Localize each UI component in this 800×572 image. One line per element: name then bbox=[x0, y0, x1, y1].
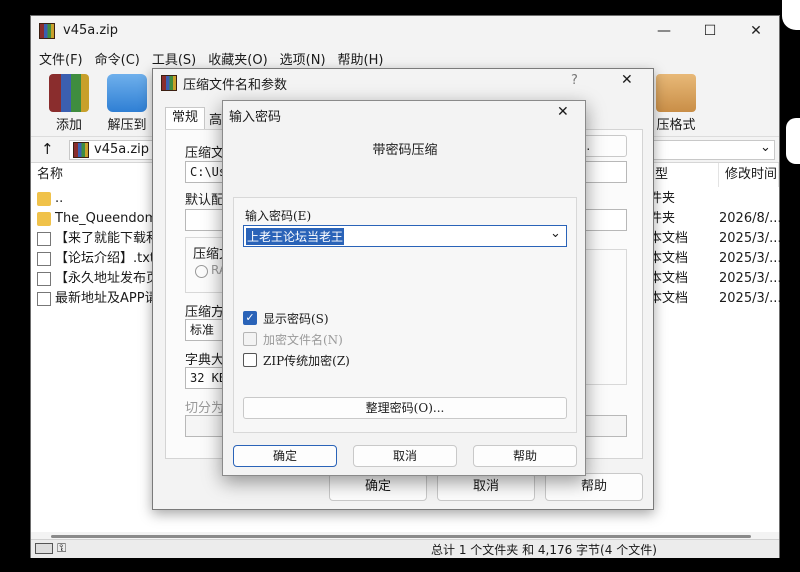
folder-icon bbox=[37, 212, 51, 226]
add-archive-icon bbox=[49, 74, 89, 112]
winrar-app-icon bbox=[39, 23, 55, 39]
extract-folder-icon bbox=[107, 74, 147, 112]
text-file-icon bbox=[37, 232, 51, 246]
address-path: v45a.zip bbox=[94, 142, 150, 157]
zip-legacy-label: ZIP传统加密(Z) bbox=[263, 354, 350, 368]
tab-general[interactable]: 常规 bbox=[165, 107, 205, 129]
dict-size-label: 字典大 bbox=[185, 353, 225, 368]
password-label: 输入密码(E) bbox=[245, 209, 312, 223]
help-icon[interactable]: ? bbox=[571, 73, 578, 88]
horizontal-scrollbar[interactable] bbox=[51, 535, 751, 538]
extract-to-label: 解压到 bbox=[107, 118, 147, 133]
menu-bar: 文件(F) 命令(C) 工具(S) 收藏夹(O) 选项(N) 帮助(H) bbox=[31, 46, 779, 70]
zip-legacy-checkbox[interactable] bbox=[243, 353, 257, 367]
maximize-button[interactable]: ☐ bbox=[687, 16, 733, 46]
archive-help-button[interactable]: 帮助 bbox=[545, 473, 643, 501]
tab-advanced[interactable]: 高 bbox=[209, 109, 222, 128]
default-profile-label: 默认配 bbox=[185, 193, 225, 208]
text-file-icon bbox=[37, 292, 51, 306]
password-help-button[interactable]: 帮助 bbox=[473, 445, 577, 467]
password-dialog: 输入密码 ✕ 带密码压缩 输入密码(E) 上老王论坛当老王 ⌄ ✓ 显示密码(S… bbox=[222, 100, 586, 476]
main-titlebar: v45a.zip — ☐ ✕ bbox=[31, 16, 779, 46]
desktop-background-shape bbox=[786, 118, 800, 164]
column-modified[interactable]: 修改时间 bbox=[719, 163, 779, 187]
status-text: 总计 1 个文件夹 和 4,176 字节(4 个文件) bbox=[431, 543, 657, 557]
menu-help[interactable]: 帮助(H) bbox=[336, 46, 394, 70]
menu-commands[interactable]: 命令(C) bbox=[93, 46, 150, 70]
password-ok-button[interactable]: 确定 bbox=[233, 445, 337, 467]
menu-file[interactable]: 文件(F) bbox=[37, 46, 93, 70]
minimize-button[interactable]: — bbox=[641, 16, 687, 46]
password-value: 上老王论坛当老王 bbox=[246, 228, 345, 245]
add-button[interactable]: 添加 bbox=[41, 70, 97, 136]
password-cancel-button[interactable]: 取消 bbox=[353, 445, 457, 467]
archive-dialog-title: 压缩文件名和参数 bbox=[183, 78, 288, 93]
archive-name-label: 压缩文 bbox=[185, 146, 225, 161]
folder-icon bbox=[37, 192, 51, 206]
menu-options[interactable]: 选项(N) bbox=[278, 46, 336, 70]
organize-passwords-button[interactable]: 整理密码(O)... bbox=[243, 397, 567, 419]
format-radio[interactable] bbox=[195, 265, 208, 278]
text-file-icon bbox=[37, 272, 51, 286]
text-file-icon bbox=[37, 252, 51, 266]
show-password-checkbox[interactable]: ✓ bbox=[243, 311, 257, 325]
extract-to-button[interactable]: 解压到 bbox=[99, 70, 155, 136]
archive-icon bbox=[73, 142, 89, 158]
drive-icon bbox=[35, 543, 53, 554]
archive-cancel-button[interactable]: 取消 bbox=[437, 473, 535, 501]
close-icon[interactable]: ✕ bbox=[621, 72, 633, 88]
menu-favorites[interactable]: 收藏夹(O) bbox=[206, 46, 277, 70]
close-icon[interactable]: ✕ bbox=[557, 104, 569, 120]
password-input[interactable]: 上老王论坛当老王 ⌄ bbox=[243, 225, 567, 247]
key-icon: ⚿ bbox=[57, 541, 67, 555]
main-window-title: v45a.zip bbox=[63, 23, 119, 38]
winrar-app-icon bbox=[161, 75, 177, 91]
archive-ok-button[interactable]: 确定 bbox=[329, 473, 427, 501]
address-dropdown-icon[interactable]: ⌄ bbox=[760, 140, 771, 155]
status-bar: ⚿ 总计 1 个文件夹 和 4,176 字节(4 个文件) bbox=[31, 539, 779, 558]
desktop-background-shape bbox=[782, 0, 800, 30]
convert-box-icon bbox=[656, 74, 696, 112]
menu-tools[interactable]: 工具(S) bbox=[150, 46, 206, 70]
password-heading: 带密码压缩 bbox=[372, 143, 438, 158]
close-window-button[interactable]: ✕ bbox=[733, 16, 779, 46]
password-dialog-title: 输入密码 bbox=[229, 110, 282, 125]
up-arrow-icon[interactable]: ↑ bbox=[41, 140, 54, 158]
column-type[interactable]: 型 bbox=[649, 163, 719, 187]
split-volumes-label: 切分为 bbox=[185, 401, 225, 416]
encrypt-names-label: 加密文件名(N) bbox=[263, 333, 343, 347]
method-label: 压缩方 bbox=[185, 305, 225, 320]
password-history-dropdown-icon[interactable]: ⌄ bbox=[550, 226, 561, 241]
show-password-label: 显示密码(S) bbox=[263, 312, 329, 326]
encrypt-names-checkbox[interactable] bbox=[243, 332, 257, 346]
add-button-label: 添加 bbox=[55, 118, 82, 133]
